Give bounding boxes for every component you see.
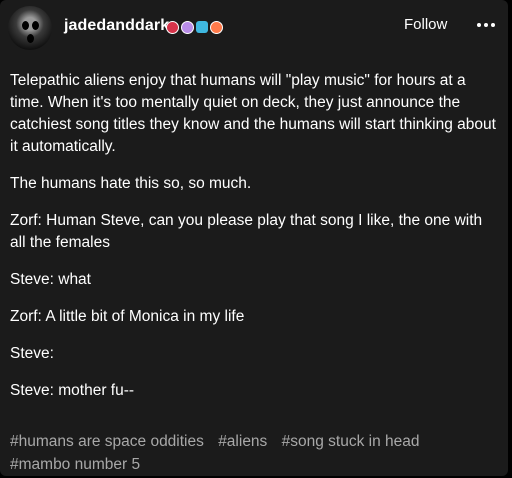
tag-link[interactable]: #humans are space oddities [10,433,204,450]
post-card: jadedanddark Follow Telepathic aliens en… [0,0,508,476]
post-tags: #humans are space oddities #aliens #song… [10,430,498,476]
avatar[interactable] [8,6,52,50]
blue-badge-icon[interactable] [196,21,208,33]
avatar-eye-right [32,21,39,30]
post-paragraph: Steve: mother fu-- [10,382,135,399]
ellipsis-dot [477,23,481,27]
user-badges [166,19,223,35]
ellipsis-icon[interactable] [472,15,500,35]
tag-link[interactable]: #song stuck in head [282,433,420,450]
avatar-mouth [27,34,34,43]
purple-badge-icon[interactable] [181,20,194,34]
post-paragraph: The humans hate this so, so much. [10,175,252,192]
ellipsis-dot [484,23,488,27]
post-body: Telepathic aliens enjoy that humans will… [10,70,498,417]
tag-link[interactable]: #mambo number 5 [10,456,140,473]
orange-badge-icon[interactable] [210,20,223,34]
post-header: jadedanddark Follow [0,0,508,60]
follow-button[interactable]: Follow [404,16,447,33]
avatar-eye-left [22,21,29,30]
post-paragraph: Steve: [10,345,54,362]
tag-link[interactable]: #aliens [218,433,267,450]
ellipsis-dot [491,23,495,27]
post-paragraph: Zorf: Human Steve, can you please play t… [10,212,483,251]
red-badge-icon[interactable] [166,20,179,34]
post-paragraph: Zorf: A little bit of Monica in my life [10,308,245,325]
post-paragraph: Telepathic aliens enjoy that humans will… [10,72,496,155]
post-paragraph: Steve: what [10,271,91,288]
username-link[interactable]: jadedanddark [64,17,169,35]
